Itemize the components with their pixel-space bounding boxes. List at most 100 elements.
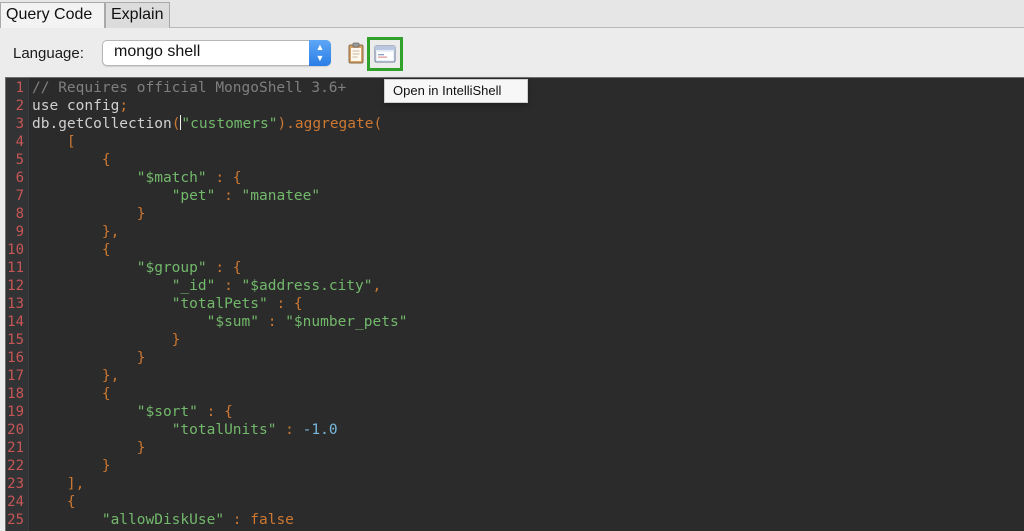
line-number: 18 [7,386,24,402]
code-token: "totalPets" [171,296,268,312]
code-token: : [215,188,242,204]
line-number: 25 [7,512,24,528]
line-number: 4 [15,134,24,150]
code-text: { [32,493,76,511]
code-token: "_id" [171,278,216,294]
tab-bar: Query Code Explain [0,0,1024,28]
code-token: { [32,152,111,168]
code-text: "totalUnits" : -1.0 [32,421,338,439]
language-label: Language: [13,45,84,62]
code-token: { [32,494,76,510]
language-select[interactable]: mongo shell ▲ ▼ [102,40,331,66]
line-number: 22 [7,458,24,474]
code-text: use config; [32,97,128,115]
code-token: , [372,278,382,294]
code-token: }, [32,368,120,384]
code-text: }, [32,367,119,385]
code-text: "$group" : { [32,259,242,277]
code-token: : { [197,404,233,420]
line-number: 2 [15,98,24,114]
code-token: ; [119,98,129,114]
code-token: : { [206,260,242,276]
code-token: "$sum" [206,314,259,330]
line-number: 5 [15,152,24,168]
code-token: : [215,278,242,294]
code-token: } [32,458,111,474]
code-text: { [32,151,111,169]
line-number: 6 [15,170,24,186]
clipboard-icon[interactable] [345,41,367,65]
code-token: -1.0 [302,422,338,438]
line-number: 24 [7,494,24,510]
code-text: "totalPets" : { [32,295,303,313]
code-token: db.getCollection [32,116,172,132]
code-token: "totalUnits" [171,422,277,438]
code-token: : { [267,296,303,312]
line-number: 19 [7,404,24,420]
code-token: // Requires official MongoShell 3.6+ [32,80,347,96]
line-number: 10 [7,242,24,258]
line-number: 23 [7,476,24,492]
code-text: "allowDiskUse" : false [32,511,294,529]
code-text: } [32,331,181,349]
tab-explain[interactable]: Explain [105,2,170,28]
code-text: } [32,439,146,457]
code-text: { [32,241,111,259]
line-number: 15 [7,332,24,348]
code-token: : { [206,170,242,186]
code-text: [ [32,133,76,151]
tab-query-code[interactable]: Query Code [0,2,105,28]
code-text: }, [32,223,119,241]
code-text: } [32,457,111,475]
code-text: db.getCollection("customers").aggregate( [32,115,382,133]
code-text: // Requires official MongoShell 3.6+ [32,79,346,97]
code-token: } [32,206,146,222]
code-token: } [32,440,146,456]
code-text: "pet" : "manatee" [32,187,320,205]
code-token: "pet" [171,188,216,204]
line-number: 13 [7,296,24,312]
code-token: { [32,386,111,402]
code-token: false [250,512,294,528]
code-token: } [32,332,181,348]
line-number: 16 [7,350,24,366]
code-token: "$address.city" [241,278,373,294]
line-number: 21 [7,440,24,456]
code-text: "$match" : { [32,169,242,187]
code-token: "$match" [136,170,207,186]
code-token: "manatee" [241,188,321,204]
code-token: "$number_pets" [285,314,408,330]
code-token: "customers" [181,116,278,132]
line-number: 11 [7,260,24,276]
code-token: ], [32,476,85,492]
code-text: } [32,205,146,223]
line-number: 17 [7,368,24,384]
code-token: ( [171,116,181,132]
code-token: { [32,242,111,258]
code-token: "$group" [136,260,207,276]
line-number: 3 [15,116,24,132]
code-text: "_id" : "$address.city", [32,277,382,295]
code-editor[interactable]: 1 // Requires official MongoShell 3.6+ 2 us… [5,77,1024,531]
code-token: } [32,350,146,366]
code-token: : [224,512,251,528]
code-token: use config [32,98,120,114]
code-token: "allowDiskUse" [101,512,225,528]
intellishell-icon[interactable] [374,45,396,63]
line-number: 8 [15,206,24,222]
code-token: [ [32,134,76,150]
chevron-up-down-icon[interactable]: ▲ ▼ [309,40,331,66]
tooltip: Open in IntelliShell [384,79,528,103]
language-select-value: mongo shell [114,43,201,60]
line-number: 14 [7,314,24,330]
line-number: 20 [7,422,24,438]
